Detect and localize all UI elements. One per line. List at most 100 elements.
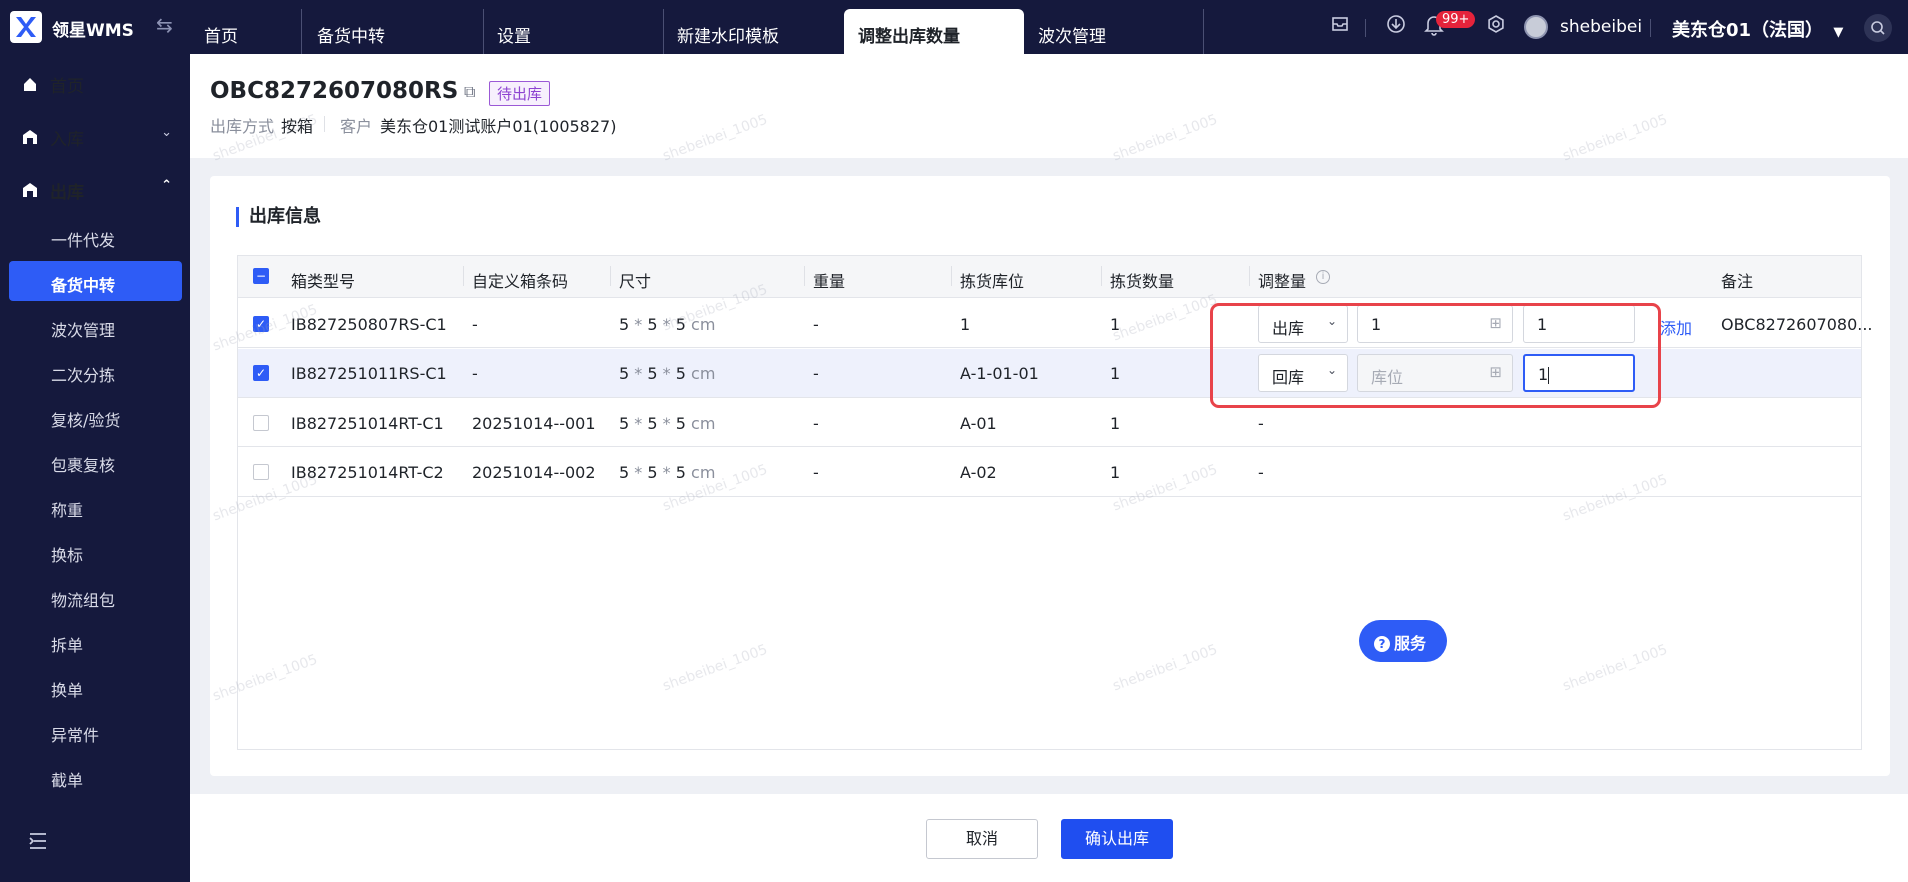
adjust-cell: - — [1258, 414, 1264, 433]
col-divider — [951, 266, 952, 286]
chevron-down-icon: ⌄ — [161, 125, 172, 140]
confirm-outbound-button[interactable]: 确认出库 — [1061, 819, 1173, 859]
sidebar-item-outbound[interactable]: 出库 ⌃ — [22, 178, 172, 203]
box-type-cell: IB827251011RS-C1 — [291, 364, 447, 383]
cancel-button[interactable]: 取消 — [926, 819, 1038, 859]
size-height: 5 — [675, 414, 686, 433]
search-icon[interactable] — [1864, 14, 1892, 42]
sidebar-sub-item[interactable]: 称重 — [51, 497, 83, 521]
col-divider — [610, 266, 611, 286]
sidebar-item-label: 首页 — [50, 77, 84, 97]
sidebar-item-label: 出库 — [50, 183, 84, 203]
size-cell: 5 * 5 * 5 cm — [619, 414, 716, 433]
size-length: 5 — [619, 364, 630, 383]
row-checkbox[interactable] — [253, 415, 269, 431]
size-cell: 5 * 5 * 5 cm — [619, 364, 716, 383]
status-badge: 待出库 — [489, 81, 551, 106]
select-all-checkbox[interactable]: − — [253, 268, 269, 284]
size-unit: cm — [691, 463, 716, 482]
sidebar-sub-item[interactable]: 一件代发 — [51, 227, 115, 251]
order-id: OBC8272607080RS — [210, 78, 459, 104]
divider — [1650, 19, 1651, 37]
customer-value: 美东仓01测试账户01(1005827) — [380, 117, 617, 136]
col-adjust-qty: 调整量 — [1258, 272, 1307, 291]
tab-stock-transfer[interactable]: 备货中转 — [303, 9, 484, 54]
size-height: 5 — [675, 463, 686, 482]
inbox-icon[interactable] — [1330, 14, 1350, 39]
row-checkbox[interactable]: ✓ — [253, 365, 269, 381]
collapse-menu-icon[interactable] — [28, 832, 48, 854]
weight-cell: - — [813, 364, 819, 383]
row-checkbox[interactable] — [253, 464, 269, 480]
avatar[interactable] — [1524, 15, 1548, 39]
sidebar-item-home[interactable]: 首页 — [22, 72, 84, 97]
app-logo-icon — [10, 11, 42, 43]
location-cell: 1 — [960, 315, 971, 334]
size-width: 5 — [647, 463, 658, 482]
sidebar-sub-item[interactable]: 换标 — [51, 542, 83, 566]
col-remark: 备注 — [1721, 272, 1754, 291]
sidebar-item-label: 入库 — [50, 130, 84, 150]
qty-cell: 1 — [1110, 364, 1121, 383]
section-title: 出库信息 — [236, 207, 321, 227]
location-cell: A-02 — [960, 463, 997, 482]
sidebar-sub-item[interactable]: 波次管理 — [51, 317, 115, 341]
size-unit: cm — [691, 414, 716, 433]
divider — [324, 116, 325, 132]
barcode-cell: - — [472, 315, 478, 334]
sidebar-sub-item[interactable]: 复核/验货 — [51, 407, 120, 431]
sidebar-sub-item[interactable]: 换单 — [51, 677, 83, 701]
size-length: 5 — [619, 463, 630, 482]
add-link[interactable]: 添加 — [1660, 315, 1692, 339]
service-button[interactable]: ? 服务 — [1359, 620, 1447, 662]
weight-cell: - — [813, 414, 819, 433]
col-size: 尺寸 — [619, 272, 652, 291]
download-icon[interactable] — [1386, 14, 1406, 39]
sidebar-sub-item[interactable]: 包裹复核 — [51, 452, 115, 476]
sidebar-sub-item[interactable]: 拆单 — [51, 632, 83, 656]
col-pick-location: 拣货库位 — [960, 272, 1025, 291]
sidebar-sub-item-active[interactable]: 备货中转 — [51, 272, 115, 296]
size-cell: 5 * 5 * 5 cm — [619, 463, 716, 482]
box-type-cell: IB827251014RT-C1 — [291, 414, 444, 433]
size-width: 5 — [647, 364, 658, 383]
outbound-icon — [22, 182, 40, 203]
weight-cell: - — [813, 463, 819, 482]
sidebar-sub-item[interactable]: 二次分拣 — [51, 362, 115, 386]
col-box-type: 箱类型号 — [291, 272, 356, 291]
info-icon[interactable]: i — [1316, 270, 1330, 284]
tab-home[interactable]: 首页 — [190, 9, 302, 54]
col-pick-qty: 拣货数量 — [1110, 272, 1175, 291]
highlight-annotation-box — [1210, 303, 1661, 408]
footer-bar — [190, 794, 1908, 882]
sidebar-sub-item[interactable]: 物流组包 — [51, 587, 115, 611]
tab-adjust-outbound-qty[interactable]: 调整出库数量 — [844, 9, 1024, 54]
tab-settings[interactable]: 设置 — [483, 9, 664, 54]
size-width: 5 — [647, 414, 658, 433]
swap-icon[interactable]: ⇆ — [156, 13, 173, 37]
caret-down-icon: ▼ — [1833, 25, 1844, 40]
qty-cell: 1 — [1110, 463, 1121, 482]
help-icon: ? — [1374, 636, 1390, 652]
col-divider — [1101, 266, 1102, 286]
col-weight: 重量 — [813, 272, 846, 291]
weight-cell: - — [813, 315, 819, 334]
warehouse-selector[interactable]: 美东仓01（法国） ▼ — [1672, 16, 1843, 42]
sidebar-sub-item[interactable]: 异常件 — [51, 722, 99, 746]
home-icon — [22, 76, 40, 97]
warehouse-name: 美东仓01（法国） — [1672, 20, 1824, 41]
gear-icon[interactable] — [1486, 14, 1506, 39]
copy-icon[interactable]: ⧉ — [464, 82, 475, 102]
username[interactable]: shebeibei — [1560, 17, 1642, 37]
barcode-cell: - — [472, 364, 478, 383]
size-length: 5 — [619, 414, 630, 433]
size-unit: cm — [691, 364, 716, 383]
sidebar-sub-item[interactable]: 截单 — [51, 767, 83, 791]
sidebar-item-inbound[interactable]: 入库 ⌄ — [22, 125, 172, 150]
tab-wave-management[interactable]: 波次管理 — [1024, 9, 1204, 54]
col-divider — [463, 266, 464, 286]
size-width: 5 — [647, 315, 658, 334]
tab-new-watermark-template[interactable]: 新建水印模板 — [663, 9, 844, 54]
location-cell: A-1-01-01 — [960, 364, 1039, 383]
divider — [1365, 19, 1366, 37]
